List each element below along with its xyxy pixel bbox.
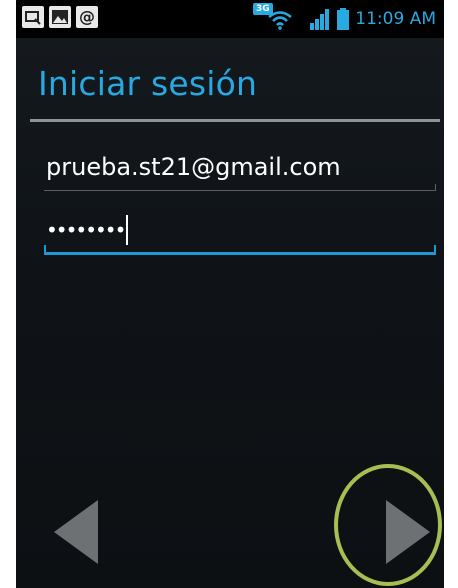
gallery-icon [49,6,71,28]
email-underline [44,184,436,191]
back-arrow-icon [54,500,98,564]
back-button[interactable] [46,496,106,568]
next-arrow-icon [386,500,430,564]
status-bar: @ 3G 11:09 AM [16,0,444,38]
notification-icons: @ [22,6,98,28]
phone-screen: @ 3G 11:09 AM Iniciar sesión prueba.st21… [16,0,444,588]
battery-icon [337,8,350,30]
next-button[interactable] [378,496,438,568]
status-right: 11:09 AM [267,8,436,30]
wifi-icon [268,11,293,30]
clock: 11:09 AM [355,9,436,29]
text-cursor [126,215,129,245]
signal-icon [310,9,330,30]
email-field[interactable]: prueba.st21@gmail.com [46,150,434,184]
title-divider [30,119,440,122]
password-underline-focused [44,245,436,255]
notification-icon [22,6,44,28]
page-title: Iniciar sesión [38,64,258,103]
email-icon: @ [76,6,98,28]
password-value: •••••••• [46,218,126,242]
password-field[interactable]: •••••••• [46,212,129,248]
